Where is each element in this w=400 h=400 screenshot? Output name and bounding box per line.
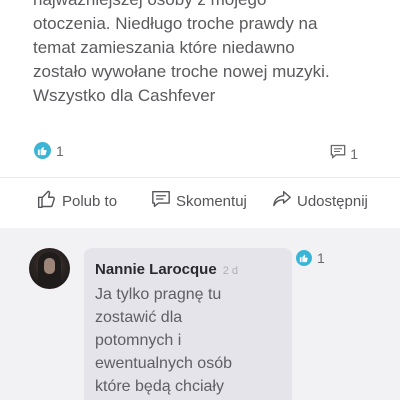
post-stats: 1 1 xyxy=(0,142,400,166)
post-actions: Polub to Skomentuj Udostępnij xyxy=(0,185,400,217)
comment-like-summary[interactable]: 1 xyxy=(296,250,325,266)
comment-text-line: zostawić dla xyxy=(95,309,183,326)
post-text-line: najważniejszej osoby z mojego xyxy=(33,0,383,12)
like-button-label: Polub to xyxy=(62,192,118,210)
share-icon xyxy=(272,190,297,212)
like-button[interactable]: Polub to xyxy=(37,185,117,217)
comment-header: Nannie Larocque 2 d xyxy=(95,261,238,278)
thumbs-up-outline-icon xyxy=(37,189,62,213)
post-text-line: zostało wywołane troche nowej muzyki. xyxy=(33,62,330,81)
post-comment-count: 1 xyxy=(350,146,358,162)
post-like-count: 1 xyxy=(56,142,64,159)
share-button[interactable]: Udostępnij xyxy=(272,185,368,217)
comment-timestamp: 2 d xyxy=(222,265,238,277)
thumbs-up-icon xyxy=(34,142,51,159)
comments-section: Nannie Larocque 2 d Ja tylko pragnę tu z… xyxy=(0,228,400,400)
comment-button-label: Skomentuj xyxy=(176,192,247,210)
post-text-line: otoczenia. Niedługo troche prawdy na xyxy=(33,14,318,33)
comment-text-line: które będą chciały xyxy=(95,378,224,395)
comment-text: Ja tylko pragnę tu zostawić dla potomnyc… xyxy=(95,283,232,398)
divider xyxy=(0,177,400,178)
avatar-face xyxy=(44,258,55,274)
post-card: najważniejszej osoby z mojego otoczenia.… xyxy=(0,0,400,228)
comment-icon xyxy=(330,144,346,164)
share-button-label: Udostępnij xyxy=(297,192,368,210)
comment-text-line: Ja tylko pragnę tu xyxy=(95,286,222,303)
post-text-line: temat zamieszania które niedawno xyxy=(33,38,295,57)
post-text-line: Wszystko dla Cashfever xyxy=(33,86,216,105)
post-comment-summary[interactable]: 1 xyxy=(330,144,358,164)
comment-button[interactable]: Skomentuj xyxy=(151,185,247,217)
post-like-summary[interactable]: 1 xyxy=(34,142,64,159)
comment-bubble: Nannie Larocque 2 d Ja tylko pragnę tu z… xyxy=(84,248,292,400)
comment-like-count: 1 xyxy=(317,250,325,266)
avatar[interactable] xyxy=(29,248,70,289)
thumbs-up-icon xyxy=(296,250,312,266)
comment-author[interactable]: Nannie Larocque xyxy=(95,261,217,278)
comment-text-line: potomnych i xyxy=(95,332,182,349)
post-text: najważniejszej osoby z mojego otoczenia.… xyxy=(33,0,383,108)
comment-text-line: ewentualnych osób xyxy=(95,355,232,372)
comment-outline-icon xyxy=(151,190,176,212)
